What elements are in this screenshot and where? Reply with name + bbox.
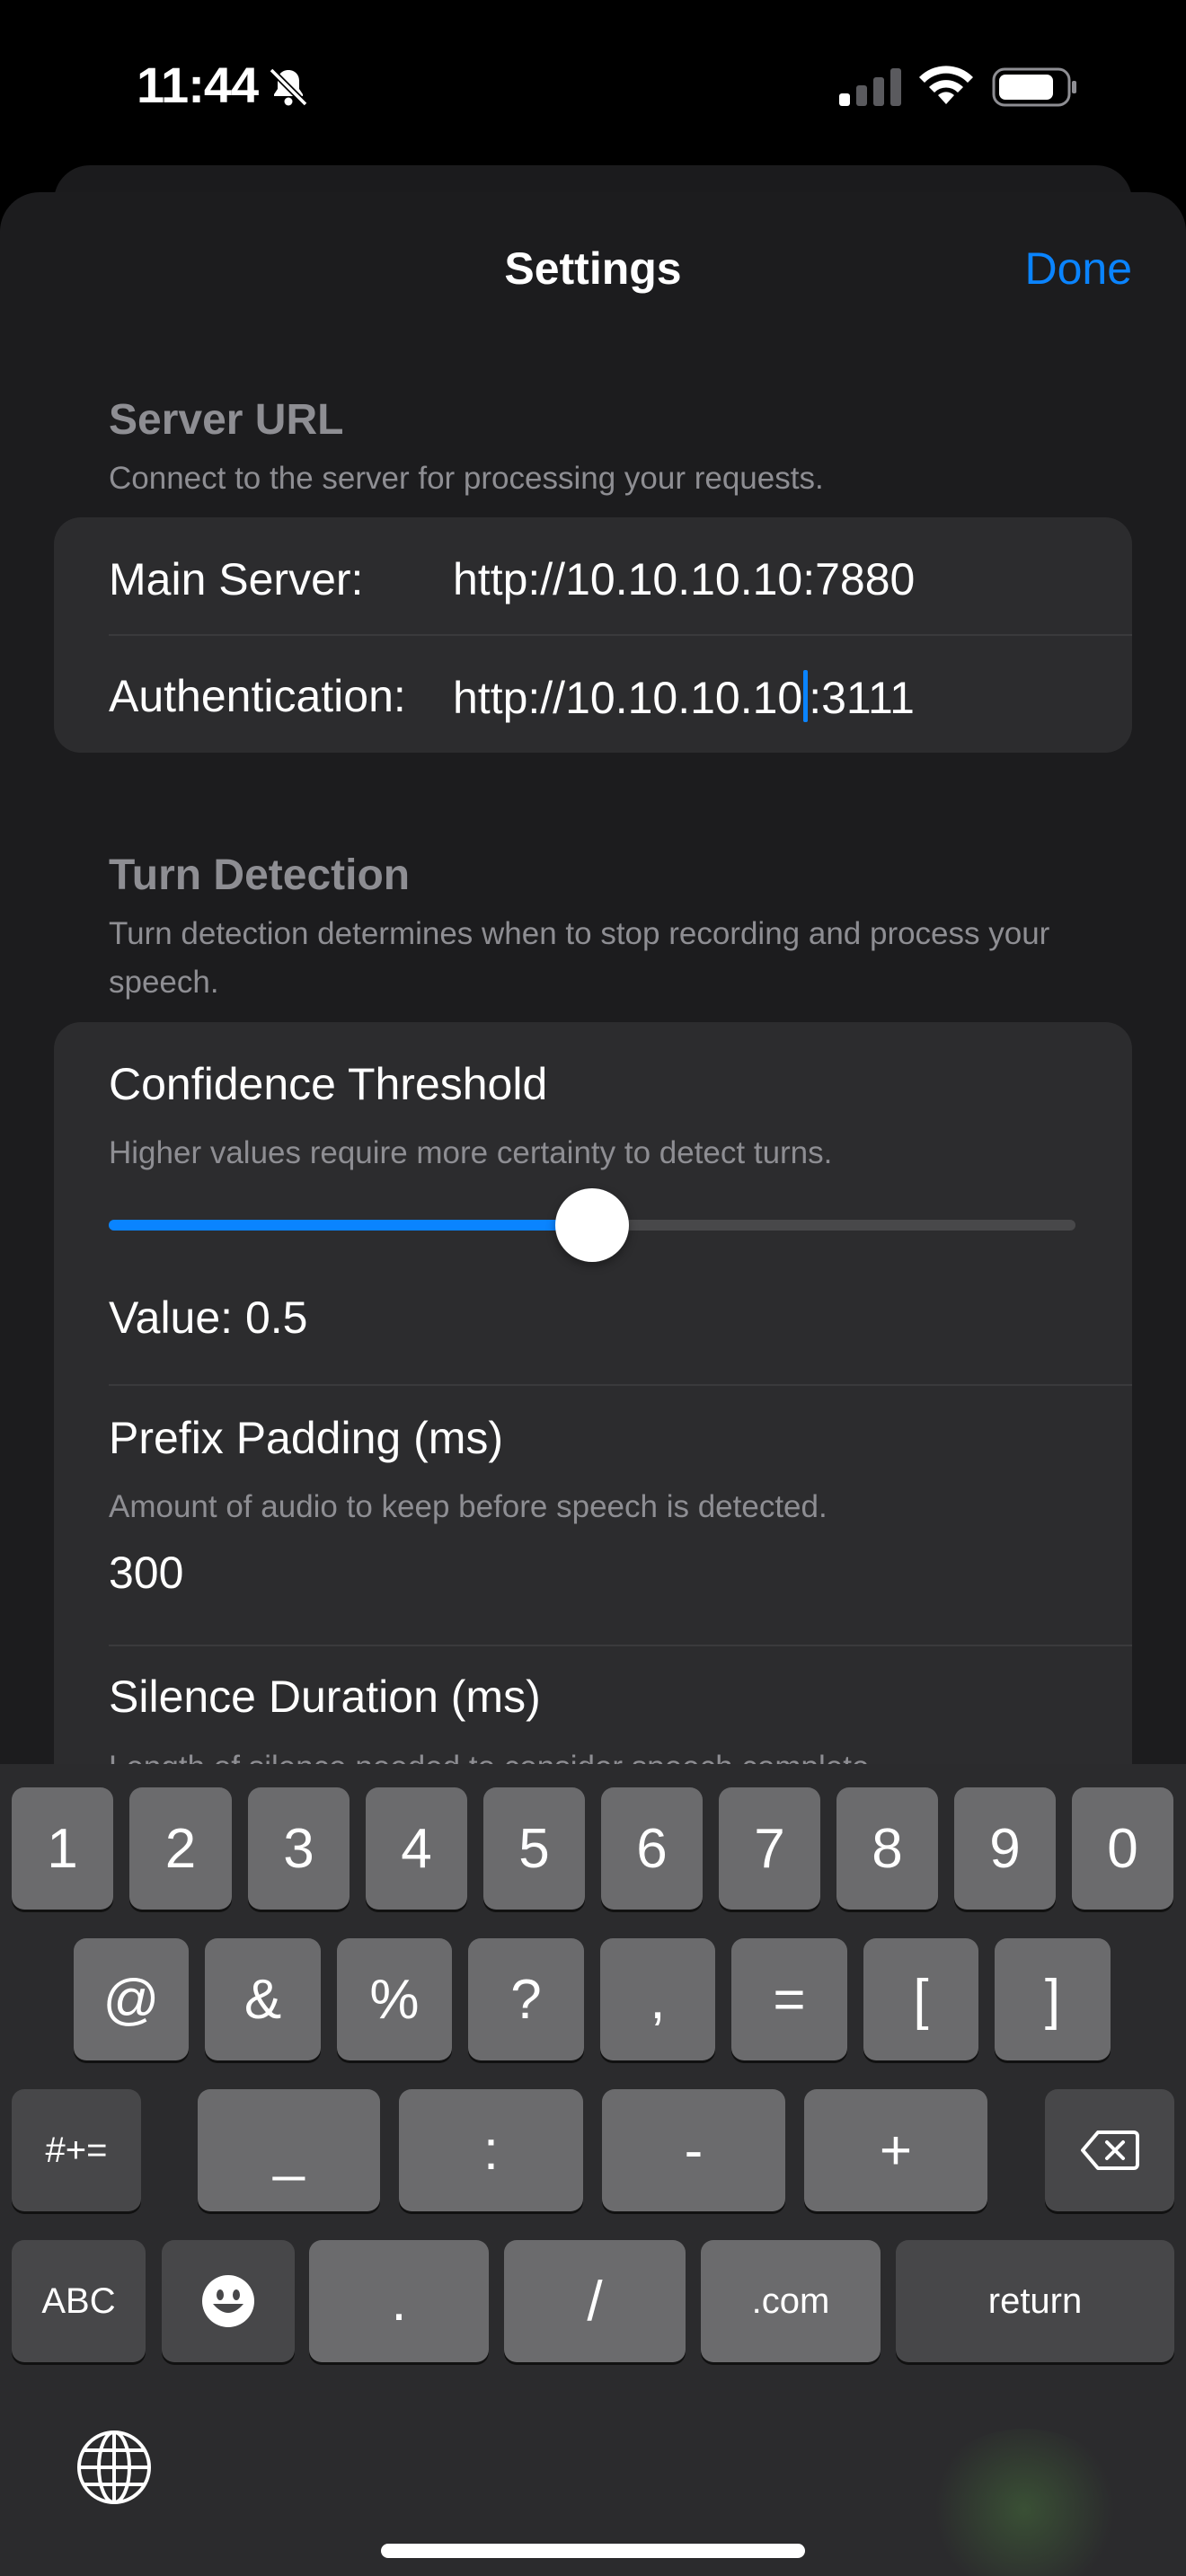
globe-icon[interactable]: [75, 2429, 153, 2506]
section-header-turn-detection: Turn Detection: [109, 851, 411, 899]
key-dotcom[interactable]: .com: [701, 2240, 881, 2362]
row-divider: [109, 1645, 1132, 1646]
done-button[interactable]: Done: [1024, 243, 1132, 295]
authentication-value-before-cursor: http://10.10.10.10: [453, 673, 803, 723]
row-divider: [109, 1384, 1132, 1386]
authentication-label: Authentication:: [109, 671, 406, 721]
authentication-value-after-cursor: :3111: [809, 673, 915, 723]
key-7[interactable]: 7: [719, 1787, 820, 1910]
delete-icon: [1081, 2130, 1139, 2170]
key-3[interactable]: 3: [248, 1787, 350, 1910]
emoji-icon: [202, 2275, 254, 2327]
key-1[interactable]: 1: [12, 1787, 113, 1910]
key-percent[interactable]: %: [337, 1938, 452, 2060]
prefix-padding-field[interactable]: 300: [109, 1547, 183, 1599]
key-6[interactable]: 6: [601, 1787, 703, 1910]
key-left-bracket[interactable]: [: [863, 1938, 978, 2060]
section-header-server-url: Server URL: [109, 396, 344, 444]
key-question[interactable]: ?: [468, 1938, 584, 2060]
prefix-padding-description: Amount of audio to keep before speech is…: [109, 1489, 828, 1524]
key-equals[interactable]: =: [731, 1938, 847, 2060]
row-divider: [109, 634, 1132, 636]
key-period[interactable]: .: [309, 2240, 489, 2362]
key-ampersand[interactable]: &: [205, 1938, 321, 2060]
key-comma[interactable]: ,: [600, 1938, 715, 2060]
dictation-glow: [925, 2429, 1123, 2576]
abc-key[interactable]: ABC: [12, 2240, 146, 2362]
section-description-server-url: Connect to the server for processing you…: [109, 461, 824, 496]
confidence-slider[interactable]: [109, 1188, 1075, 1262]
key-slash[interactable]: /: [504, 2240, 686, 2362]
delete-key[interactable]: [1045, 2089, 1174, 2211]
key-8[interactable]: 8: [836, 1787, 938, 1910]
main-server-field[interactable]: http://10.10.10.10:7880: [453, 553, 915, 605]
prefix-padding-title: Prefix Padding (ms): [109, 1413, 504, 1463]
bell-slash-icon: [269, 67, 308, 107]
confidence-threshold-description: Higher values require more certainty to …: [109, 1135, 833, 1170]
confidence-threshold-title: Confidence Threshold: [109, 1059, 548, 1109]
section-description-turn-detection: Turn detection determines when to stop r…: [109, 916, 1050, 1000]
keyboard: 1 2 3 4 5 6 7 8 9 0 @ & % ? , = [ ] #+= …: [0, 1764, 1186, 2576]
key-hyphen[interactable]: -: [602, 2089, 785, 2211]
status-time: 11:44: [137, 57, 259, 113]
page-title: Settings: [504, 243, 682, 294]
slider-thumb[interactable]: [555, 1188, 629, 1262]
wifi-icon: [919, 66, 973, 104]
silence-duration-title: Silence Duration (ms): [109, 1672, 541, 1722]
emoji-key[interactable]: [162, 2240, 295, 2362]
key-underscore[interactable]: _: [198, 2089, 380, 2211]
key-4[interactable]: 4: [366, 1787, 467, 1910]
return-key[interactable]: return: [896, 2240, 1174, 2362]
key-plus[interactable]: +: [804, 2089, 987, 2211]
text-cursor: [803, 670, 809, 722]
key-at[interactable]: @: [74, 1938, 189, 2060]
key-colon[interactable]: :: [399, 2089, 583, 2211]
slider-fill: [109, 1220, 592, 1231]
main-server-label: Main Server:: [109, 554, 364, 604]
cellular-signal-icon: [839, 68, 901, 106]
confidence-value-label: Value: 0.5: [109, 1292, 308, 1343]
home-indicator: [381, 2544, 805, 2558]
key-right-bracket[interactable]: ]: [995, 1938, 1111, 2060]
key-9[interactable]: 9: [954, 1787, 1056, 1910]
key-0[interactable]: 0: [1072, 1787, 1173, 1910]
server-url-card: Main Server: http://10.10.10.10:7880 Aut…: [54, 517, 1132, 753]
key-5[interactable]: 5: [483, 1787, 585, 1910]
battery-icon: [992, 67, 1076, 107]
key-2[interactable]: 2: [129, 1787, 232, 1910]
authentication-field[interactable]: http://10.10.10.10:3111: [453, 670, 915, 724]
symbols-toggle-key[interactable]: #+=: [12, 2089, 141, 2211]
status-bar: 11:44: [0, 0, 1186, 171]
